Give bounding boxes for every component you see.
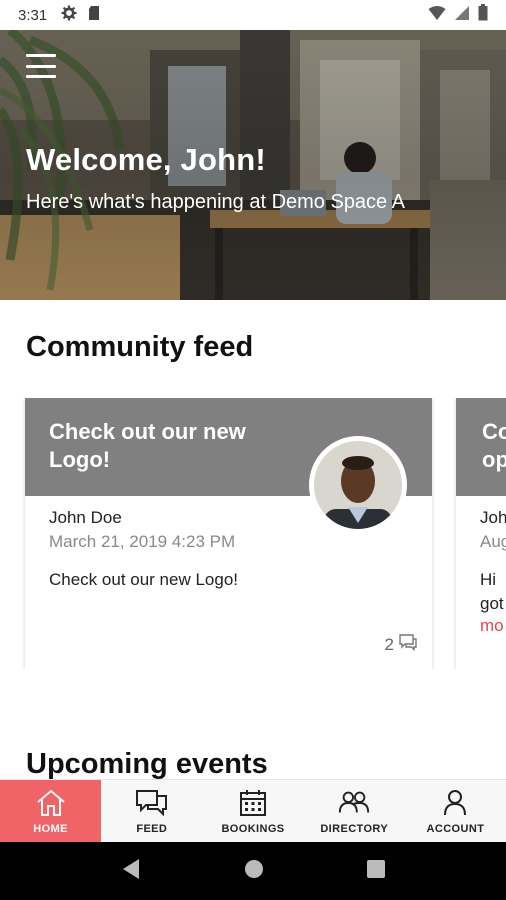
card-body: Check out our new Logo!: [49, 570, 239, 589]
comment-icon: [398, 633, 418, 656]
nav-feed[interactable]: FEED: [101, 780, 202, 842]
welcome-subtitle: Here's what's happening at Demo Space A: [26, 191, 405, 213]
wifi-icon: [428, 5, 446, 26]
nav-directory[interactable]: DIRECTORY: [304, 780, 405, 842]
sd-card-icon: [87, 5, 101, 26]
home-circle-icon[interactable]: [243, 858, 265, 885]
nav-label: DIRECTORY: [320, 823, 389, 835]
card-more-link[interactable]: mo: [480, 616, 504, 636]
card-header-title: Check out our new Logo!: [49, 419, 246, 472]
battery-icon: [478, 4, 488, 26]
avatar[interactable]: [309, 436, 407, 534]
gear-icon: [61, 5, 77, 26]
status-time: 3:31: [18, 6, 48, 24]
system-nav-bar: [0, 842, 506, 900]
nav-label: ACCOUNT: [426, 823, 485, 835]
upcoming-events-title: Upcoming events: [26, 748, 268, 780]
status-bar: 3:31: [0, 0, 506, 30]
card-author: Joh: [480, 508, 506, 527]
comment-count[interactable]: 2: [385, 633, 418, 656]
feed-card[interactable]: Co op Joh Aug Hi got mo: [456, 398, 506, 670]
feed-card[interactable]: Check out our new Logo! John Doe March 2…: [25, 398, 432, 670]
people-icon: [337, 788, 371, 818]
nav-account[interactable]: ACCOUNT: [405, 780, 506, 842]
card-date: March 21, 2019 4:23 PM: [49, 532, 236, 551]
nav-bookings[interactable]: BOOKINGS: [202, 780, 303, 842]
menu-button[interactable]: [24, 52, 58, 80]
bottom-nav: HOME FEED BOOKINGS DIRECTORY ACCOUNT: [0, 779, 506, 842]
author-photo: [314, 441, 402, 529]
person-icon: [438, 788, 472, 818]
back-icon[interactable]: [120, 857, 142, 886]
comment-count-value: 2: [384, 634, 394, 654]
nav-label: BOOKINGS: [221, 823, 285, 835]
card-date: Aug: [480, 532, 506, 551]
calendar-icon: [236, 788, 270, 818]
chat-icon: [135, 788, 169, 818]
feed-carousel[interactable]: Check out our new Logo! John Doe March 2…: [0, 398, 506, 670]
hero-banner: Welcome, John! Here's what's happening a…: [0, 30, 506, 300]
community-feed-title: Community feed: [26, 331, 254, 363]
hamburger-icon: [26, 54, 56, 57]
recents-icon[interactable]: [366, 859, 386, 884]
card-author: John Doe: [49, 508, 122, 527]
card-body: Hi got: [480, 570, 504, 613]
welcome-title: Welcome, John!: [26, 142, 266, 177]
home-icon: [34, 788, 68, 818]
nav-label: FEED: [136, 823, 168, 835]
nav-label: HOME: [33, 823, 68, 835]
card-header-title: Co op: [482, 419, 506, 472]
signal-icon: [454, 5, 470, 26]
nav-home[interactable]: HOME: [0, 780, 102, 842]
card-header: Co op: [456, 398, 506, 496]
